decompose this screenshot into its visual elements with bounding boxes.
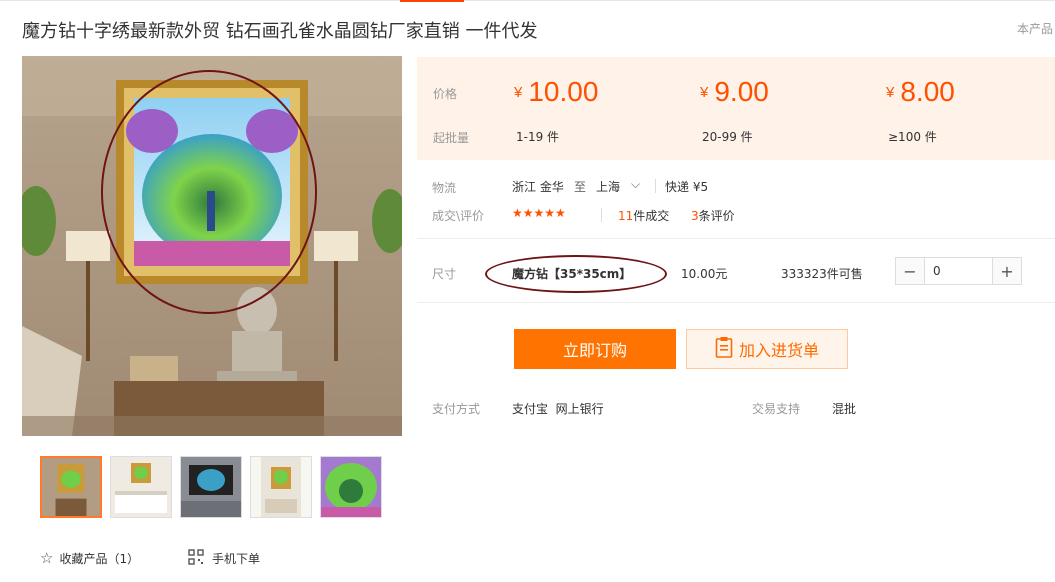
chevron-down-icon[interactable]: ⌵	[631, 177, 640, 192]
range-tier-3: ≥100 件	[888, 130, 937, 144]
payment-label: 支付方式	[432, 402, 481, 416]
product-title: 魔方钻十字绣最新款外贸 钻石画孔雀水晶圆钻厂家直销 一件代发	[22, 21, 538, 42]
ship-from: 浙江 金华	[512, 180, 564, 194]
size-label: 尺寸	[432, 267, 457, 281]
reviews-count-link[interactable]: 3条评价	[691, 207, 735, 224]
increase-button[interactable]: +	[993, 258, 1021, 284]
trade-support-value: 混批	[832, 402, 857, 416]
buy-now-button[interactable]: 立即订购	[514, 329, 676, 369]
star-outline-icon: ☆	[40, 549, 54, 567]
decrease-button[interactable]: −	[896, 258, 924, 284]
payment-methods: 支付宝 网上银行	[512, 402, 604, 416]
top-border	[0, 0, 1055, 1]
thumbnail-4[interactable]	[250, 456, 312, 518]
range-tier-1: 1-19 件	[516, 130, 560, 144]
thumbnail-5[interactable]	[320, 456, 382, 518]
mobile-order-label: 手机下单	[212, 552, 261, 566]
rating-stars-icon: ★★★★★	[512, 206, 566, 220]
thumbnail-1[interactable]	[40, 456, 102, 518]
price-tier-2: ¥9.00	[700, 76, 769, 107]
deals-reviews-label: 成交\评价	[432, 209, 485, 223]
thumbnail-2[interactable]	[110, 456, 172, 518]
ship-to-word: 至	[574, 180, 587, 194]
favorite-label: 收藏产品（1）	[59, 551, 140, 566]
divider	[417, 302, 1055, 303]
separator	[601, 208, 602, 222]
price-tier-3: ¥8.00	[886, 76, 955, 107]
separator	[655, 179, 656, 193]
price-tier-1: ¥10.00	[514, 76, 599, 107]
option-price: 10.00元	[681, 267, 728, 281]
shipping-fee: 快递 ¥5	[665, 180, 709, 194]
qr-code-icon	[188, 549, 204, 568]
favorite-product-link[interactable]: ☆ 收藏产品（1）	[40, 549, 139, 567]
moq-label: 起批量	[433, 131, 470, 145]
size-option[interactable]: 魔方钻【35*35cm】	[512, 265, 631, 282]
quantity-stepper: − 0 +	[895, 257, 1022, 285]
quantity-input[interactable]: 0	[924, 258, 993, 284]
range-tier-2: 20-99 件	[702, 130, 753, 144]
product-hint-link[interactable]: 本产品	[1017, 20, 1053, 37]
clipboard-icon	[715, 336, 733, 362]
trade-support-label: 交易支持	[752, 402, 801, 416]
logistics-label: 物流	[432, 181, 457, 195]
add-to-list-label: 加入进货单	[738, 341, 819, 360]
price-label: 价格	[433, 87, 458, 101]
thumbnail-3[interactable]	[180, 456, 242, 518]
mobile-order-link[interactable]: 手机下单	[188, 549, 260, 568]
annotation-circle	[101, 70, 317, 314]
deals-count-link[interactable]: 11件成交	[618, 207, 669, 224]
divider	[417, 238, 1055, 239]
ship-destination[interactable]: 上海	[596, 178, 620, 195]
top-accent-bar	[400, 0, 464, 2]
stock-available: 333323件可售	[781, 267, 863, 281]
add-to-purchase-list-button[interactable]: 加入进货单	[686, 329, 848, 369]
